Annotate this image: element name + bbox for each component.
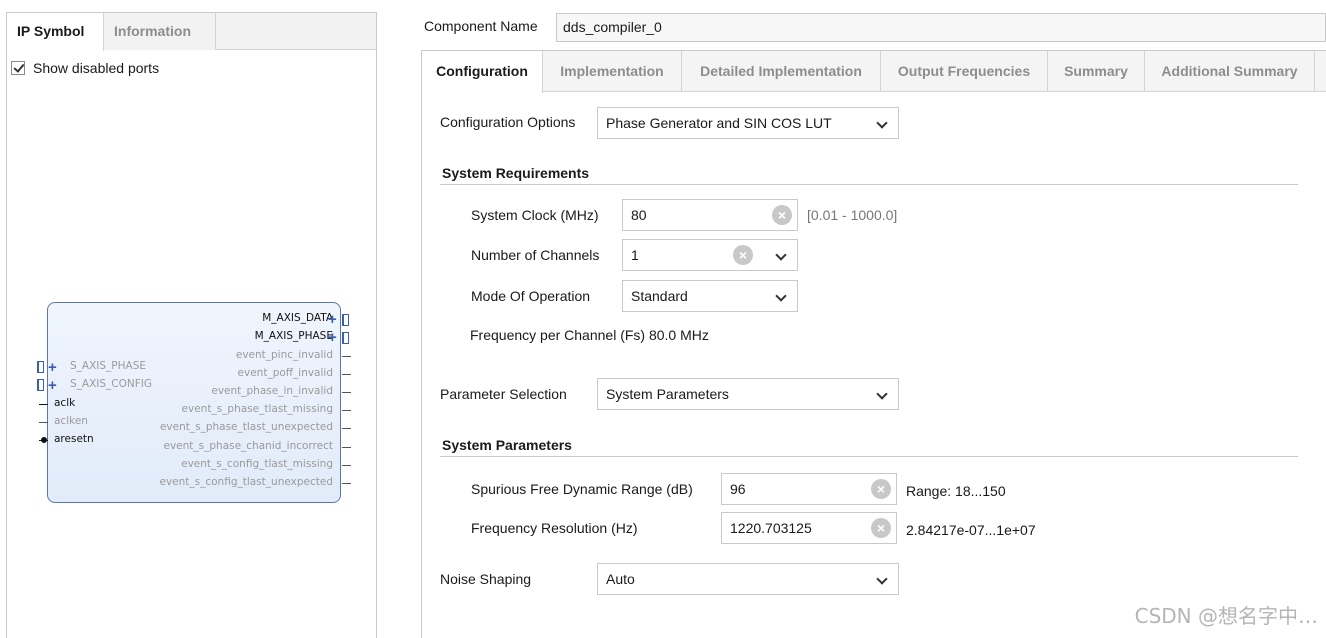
config-tab-bar: Configuration Implementation Detailed Im…: [422, 51, 1326, 93]
sfdr-range: Range: 18...150: [906, 483, 1006, 499]
parameter-selection-label: Parameter Selection: [440, 386, 567, 402]
sfdr-label: Spurious Free Dynamic Range (dB): [471, 481, 693, 497]
config-options-select[interactable]: Phase Generator and SIN COS LUT: [597, 107, 899, 139]
freq-res-input[interactable]: 1220.703125 ×: [721, 512, 897, 544]
mode-select[interactable]: Standard: [622, 280, 798, 312]
noise-shaping-select[interactable]: Auto: [597, 563, 899, 595]
pin-line: [342, 428, 351, 429]
port-event-s-config-tlast-missing: event_s_config_tlast_missing: [181, 458, 333, 470]
chevron-down-icon: [775, 249, 787, 261]
mode-value: Standard: [631, 288, 688, 304]
pin-line: [342, 447, 351, 448]
pin-line: [342, 374, 351, 375]
noise-shaping-value: Auto: [606, 571, 635, 587]
num-channels-label: Number of Channels: [471, 247, 600, 263]
bus-interface-icon: [342, 314, 349, 326]
sfdr-input[interactable]: 96 ×: [721, 473, 897, 505]
config-options-value: Phase Generator and SIN COS LUT: [606, 115, 832, 131]
tab-output-frequencies[interactable]: Output Frequencies: [881, 51, 1048, 92]
pin-line: [342, 465, 351, 466]
port-s-axis-config: S_AXIS_CONFIG: [70, 378, 153, 390]
port-m-axis-phase: M_AXIS_PHASE: [254, 330, 333, 342]
chevron-down-icon: [876, 573, 888, 585]
port-event-phase-in-invalid: event_phase_in_invalid: [211, 385, 333, 397]
sfdr-value: 96: [730, 481, 746, 497]
system-clock-label: System Clock (MHz): [471, 207, 599, 223]
port-event-s-config-tlast-unexpected: event_s_config_tlast_unexpected: [159, 476, 333, 488]
pin-line: [342, 410, 351, 411]
section-divider: [440, 456, 1298, 457]
expand-bus-icon[interactable]: +: [328, 312, 337, 327]
chevron-down-icon: [775, 290, 787, 302]
chevron-down-icon: [876, 388, 888, 400]
watermark: CSDN @想名字中…: [1134, 604, 1318, 628]
tab-additional-summary[interactable]: Additional Summary: [1145, 51, 1315, 92]
num-channels-value: 1: [631, 247, 639, 263]
config-options-label: Configuration Options: [440, 114, 576, 130]
show-disabled-ports-checkbox[interactable]: Show disabled ports: [11, 59, 159, 77]
freq-res-range: 2.84217e-07...1e+07: [906, 522, 1036, 538]
show-disabled-ports-label: Show disabled ports: [33, 60, 160, 76]
bus-interface-icon: [37, 361, 44, 373]
left-tab-bar: IP Symbol Information: [7, 13, 376, 51]
num-channels-select[interactable]: 1 ×: [622, 239, 798, 271]
system-requirements-title: System Requirements: [442, 165, 590, 181]
port-event-pinc-invalid: event_pinc_invalid: [235, 349, 333, 361]
component-name-field[interactable]: dds_compiler_0: [556, 13, 1326, 42]
pin-line: [342, 356, 351, 357]
expand-bus-icon[interactable]: +: [328, 330, 337, 345]
expand-bus-icon[interactable]: +: [48, 360, 57, 375]
clear-icon[interactable]: ×: [871, 518, 891, 538]
parameter-selection-select[interactable]: System Parameters: [597, 378, 899, 410]
port-aresetn: aresetn: [54, 433, 94, 445]
system-clock-range: [0.01 - 1000.0]: [807, 207, 898, 223]
system-clock-value: 80: [631, 207, 647, 223]
tab-information[interactable]: Information: [104, 13, 216, 50]
port-event-s-phase-chanid-incorrect: event_s_phase_chanid_incorrect: [163, 440, 334, 452]
tab-summary[interactable]: Summary: [1048, 51, 1145, 92]
clear-icon[interactable]: ×: [733, 245, 753, 265]
port-s-axis-phase: S_AXIS_PHASE: [70, 360, 147, 372]
bus-interface-icon: [37, 379, 44, 391]
mode-label: Mode Of Operation: [471, 288, 591, 304]
noise-shaping-label: Noise Shaping: [440, 571, 532, 587]
freq-res-value: 1220.703125: [730, 520, 812, 536]
tab-ip-symbol[interactable]: IP Symbol: [7, 13, 104, 51]
clear-icon[interactable]: ×: [772, 205, 792, 225]
port-m-axis-data: M_AXIS_DATA: [262, 312, 333, 324]
parameter-selection-value: System Parameters: [606, 386, 729, 402]
expand-bus-icon[interactable]: +: [48, 378, 57, 393]
pin-line: [39, 404, 48, 405]
freq-per-channel-text: Frequency per Channel (Fs) 80.0 MHz: [470, 327, 709, 343]
ip-block-symbol: M_AXIS_DATA M_AXIS_PHASE event_pinc_inva…: [37, 302, 351, 503]
ip-symbol-panel: IP Symbol Information Show disabled port…: [6, 12, 377, 638]
port-aclk: aclk: [54, 397, 76, 409]
system-parameters-title: System Parameters: [442, 437, 572, 453]
freq-res-label: Frequency Resolution (Hz): [471, 520, 638, 536]
pin-line: [39, 422, 48, 423]
configuration-panel: Configuration Implementation Detailed Im…: [421, 50, 1326, 638]
port-event-poff-invalid: event_poff_invalid: [237, 367, 333, 379]
pin-line: [342, 392, 351, 393]
component-name-label: Component Name: [424, 18, 538, 34]
port-aclken: aclken: [54, 415, 88, 427]
tab-implementation[interactable]: Implementation: [543, 51, 682, 92]
system-clock-input[interactable]: 80 ×: [622, 199, 798, 231]
tab-detailed-implementation[interactable]: Detailed Implementation: [682, 51, 881, 92]
port-event-s-phase-tlast-unexpected: event_s_phase_tlast_unexpected: [159, 421, 333, 433]
tab-configuration[interactable]: Configuration: [422, 51, 543, 93]
clear-icon[interactable]: ×: [871, 479, 891, 499]
pin-line: [342, 483, 351, 484]
checkbox-checked-icon[interactable]: [11, 61, 25, 75]
chevron-down-icon: [876, 117, 888, 129]
port-event-s-phase-tlast-missing: event_s_phase_tlast_missing: [181, 403, 333, 415]
bus-interface-icon: [342, 332, 349, 344]
section-divider: [440, 184, 1298, 185]
inverted-pin-icon: [41, 437, 47, 443]
